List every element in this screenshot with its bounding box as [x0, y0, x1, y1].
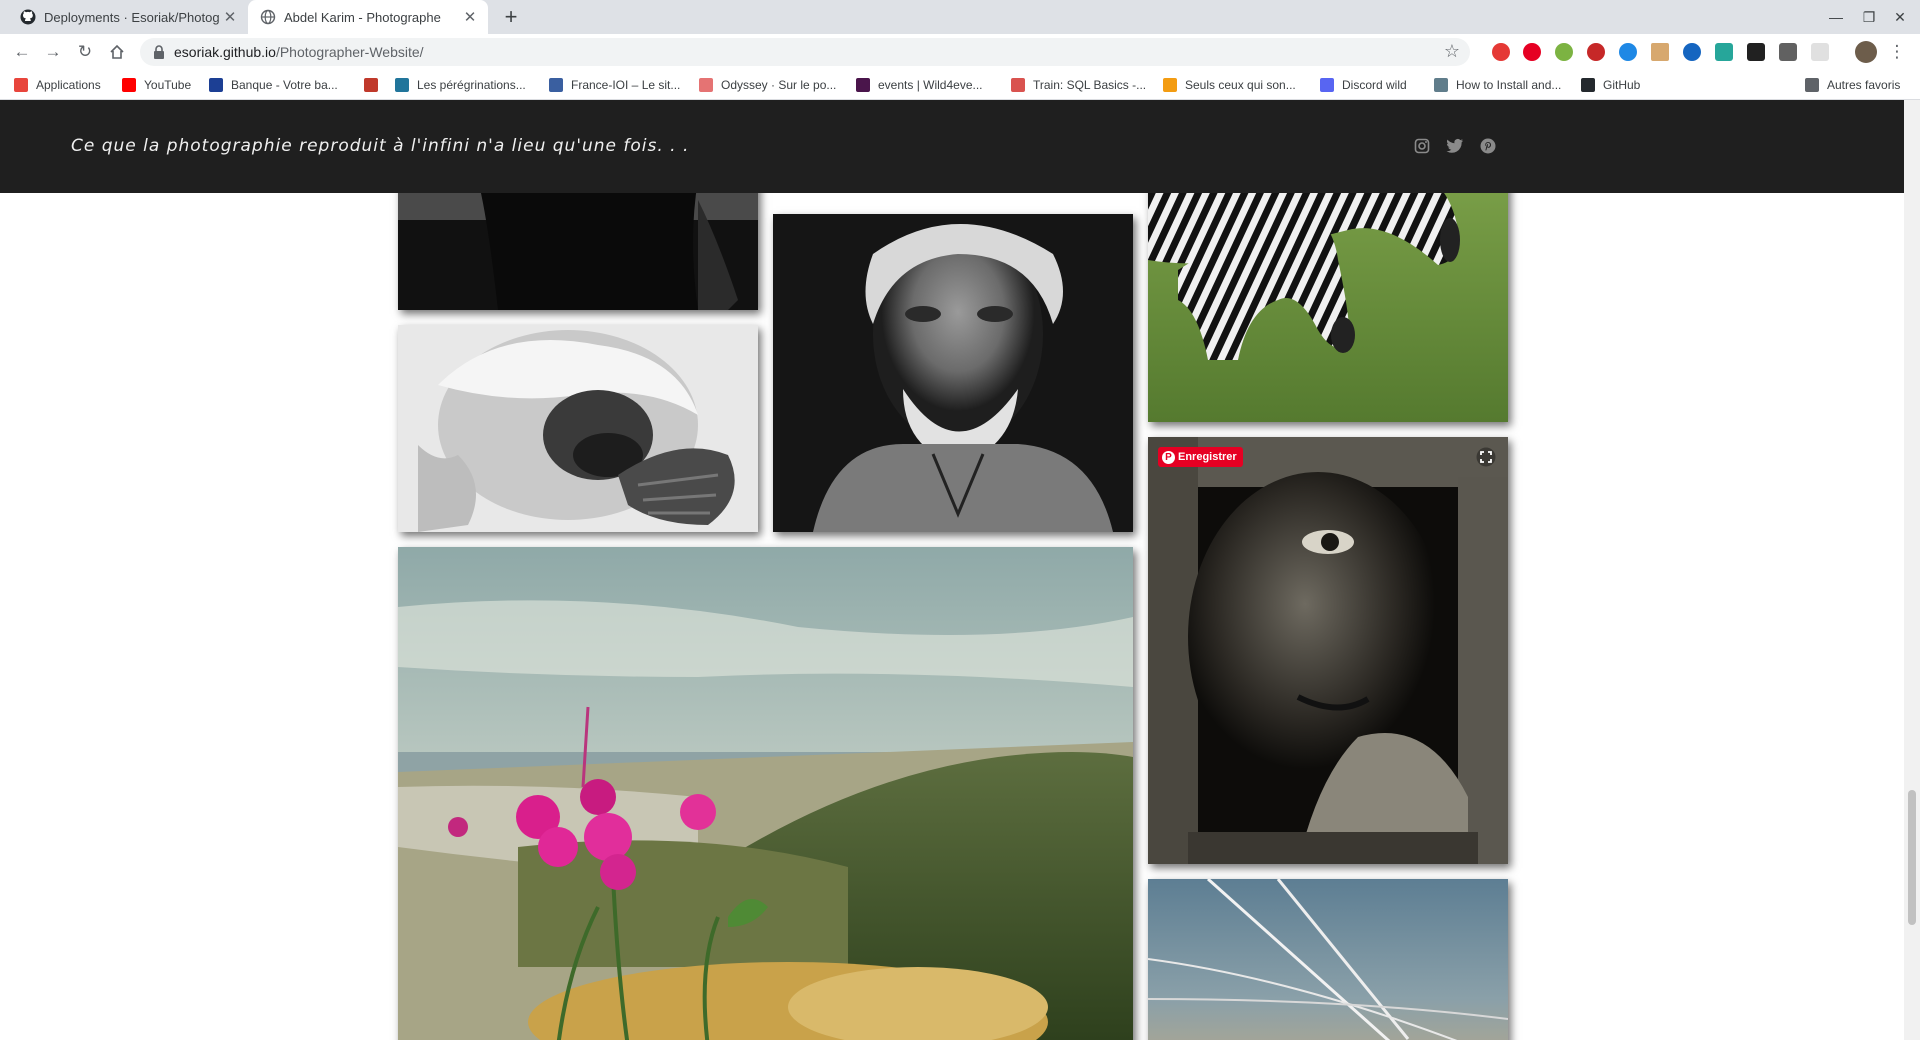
github-icon: [1581, 78, 1595, 92]
pinterest-icon[interactable]: [1478, 136, 1498, 156]
bookmark-label: Seuls ceux qui son...: [1185, 78, 1296, 92]
reload-icon[interactable]: ↻: [72, 39, 98, 65]
lock-icon: [152, 44, 168, 60]
figure-icon: [1163, 78, 1177, 92]
close-window-icon[interactable]: ✕: [1880, 0, 1920, 34]
bookmark-item[interactable]: How to Install and...: [1434, 70, 1561, 100]
train-icon: [1011, 78, 1025, 92]
home-icon[interactable]: [104, 39, 130, 65]
tab-photographe[interactable]: Abdel Karim - Photographe ✕: [248, 0, 488, 34]
bookmark-item[interactable]: events | Wild4eve...: [856, 70, 983, 100]
apps-grid-icon: [14, 78, 28, 92]
extension-icon[interactable]: [1492, 43, 1510, 61]
bookmark-item[interactable]: Les pérégrinations...: [395, 70, 526, 100]
page-icon: [1434, 78, 1448, 92]
bookmark-label: events | Wild4eve...: [878, 78, 983, 92]
url-host: esoriak.github.io: [174, 44, 276, 60]
photo-child[interactable]: P Enregistrer: [1148, 437, 1508, 864]
bookmark-star-icon[interactable]: ☆: [1444, 41, 1460, 62]
twitter-icon[interactable]: [1445, 136, 1465, 156]
bookmark-item[interactable]: Applications: [14, 70, 101, 100]
bookmark-label: France-IOI – Le sit...: [571, 78, 681, 92]
adblock-icon[interactable]: [1587, 43, 1605, 61]
browser-toolbar: ← → ↻ esoriak.github.io/Photographer-Web…: [0, 34, 1920, 70]
extension-icon[interactable]: [1683, 43, 1701, 61]
bookmark-label: Train: SQL Basics -...: [1033, 78, 1147, 92]
bookmark-item[interactable]: Banque - Votre ba...: [209, 70, 338, 100]
page-viewport: P Enregistrer Ce que la photographie rep…: [0, 100, 1920, 1040]
pinterest-save-button[interactable]: P Enregistrer: [1158, 447, 1243, 467]
github-icon: [20, 9, 36, 25]
bookmark-label: Banque - Votre ba...: [231, 78, 338, 92]
extension-icon[interactable]: [1715, 43, 1733, 61]
bank-icon: [209, 78, 223, 92]
extension-icon[interactable]: [1555, 43, 1573, 61]
other-bookmarks-label: Autres favoris: [1827, 78, 1901, 92]
bookmarks-bar: Applications YouTube Banque - Votre ba... L…: [0, 70, 1920, 100]
franceioi-icon: [549, 78, 563, 92]
bookmark-label: Discord wild: [1342, 78, 1407, 92]
bookmark-item[interactable]: Odyssey · Sur le po...: [699, 70, 836, 100]
url-path: /Photographer-Website/: [275, 44, 424, 60]
close-tab-icon[interactable]: ✕: [460, 8, 480, 26]
pin-save-label: Enregistrer: [1178, 451, 1237, 463]
slack-icon: [856, 78, 870, 92]
tab-strip: Deployments · Esoriak/Photogr ✕ Abdel Ka…: [0, 0, 1920, 34]
profile-avatar[interactable]: [1855, 41, 1877, 63]
bookmark-label: Les pérégrinations...: [417, 78, 526, 92]
page-scrollbar[interactable]: [1904, 100, 1920, 1040]
discord-icon: [1320, 78, 1334, 92]
extension-icon[interactable]: [1811, 43, 1829, 61]
photo-monkey[interactable]: [398, 325, 758, 532]
address-bar[interactable]: esoriak.github.io/Photographer-Website/ …: [140, 38, 1470, 66]
github-extension-icon[interactable]: [1747, 43, 1765, 61]
photo-zebras[interactable]: [1148, 160, 1508, 422]
menu-icon[interactable]: ⋮: [1884, 39, 1910, 65]
wordpress-icon: [395, 78, 409, 92]
bookmark-item[interactable]: Train: SQL Basics -...: [1011, 70, 1146, 100]
photo-old-man[interactable]: [773, 214, 1133, 532]
heart-icon: [364, 78, 378, 92]
bookmark-item[interactable]: YouTube: [122, 70, 191, 100]
tab-deployments[interactable]: Deployments · Esoriak/Photogr ✕: [8, 0, 248, 34]
site-header: Ce que la photographie reproduit à l'inf…: [0, 100, 1904, 193]
new-tab-icon[interactable]: +: [498, 4, 524, 30]
expand-icon[interactable]: [1476, 447, 1496, 467]
forward-icon[interactable]: →: [40, 39, 66, 65]
pinterest-extension-icon[interactable]: [1523, 43, 1541, 61]
tab-title: Abdel Karim - Photographe: [284, 9, 441, 25]
bookmark-item[interactable]: Discord wild: [1320, 70, 1407, 100]
photo-landscape[interactable]: [398, 547, 1133, 1040]
bookmark-label: YouTube: [144, 78, 192, 92]
odyssey-icon: [699, 78, 713, 92]
bookmark-label: Applications: [36, 78, 101, 92]
youtube-icon: [122, 78, 136, 92]
pinterest-icon: P: [1162, 450, 1175, 464]
tab-title: Deployments · Esoriak/Photogr: [44, 9, 220, 25]
folder-icon: [1805, 78, 1819, 92]
bookmark-label: GitHub: [1603, 78, 1641, 92]
bookmark-item[interactable]: Seuls ceux qui son...: [1163, 70, 1296, 100]
bookmark-label: How to Install and...: [1456, 78, 1562, 92]
site-tagline: Ce que la photographie reproduit à l'inf…: [71, 136, 690, 156]
back-icon[interactable]: ←: [9, 39, 35, 65]
extension-icon[interactable]: [1779, 43, 1797, 61]
extension-icon[interactable]: [1651, 43, 1669, 61]
photo-sky[interactable]: [1148, 879, 1508, 1040]
bookmark-item[interactable]: GitHub: [1581, 70, 1640, 100]
other-bookmarks-folder[interactable]: Autres favoris: [1805, 70, 1900, 100]
close-tab-icon[interactable]: ✕: [220, 8, 240, 26]
bookmark-item[interactable]: [364, 70, 386, 100]
bookmark-item[interactable]: France-IOI – Le sit...: [549, 70, 680, 100]
bookmark-label: Odyssey · Sur le po...: [721, 78, 837, 92]
drop-extension-icon[interactable]: [1619, 43, 1637, 61]
globe-icon: [260, 9, 276, 25]
url-text: esoriak.github.io/Photographer-Website/: [174, 44, 424, 60]
photo-gallery: P Enregistrer: [0, 100, 1904, 1040]
scrollbar-thumb[interactable]: [1908, 790, 1916, 925]
instagram-icon[interactable]: [1412, 136, 1432, 156]
